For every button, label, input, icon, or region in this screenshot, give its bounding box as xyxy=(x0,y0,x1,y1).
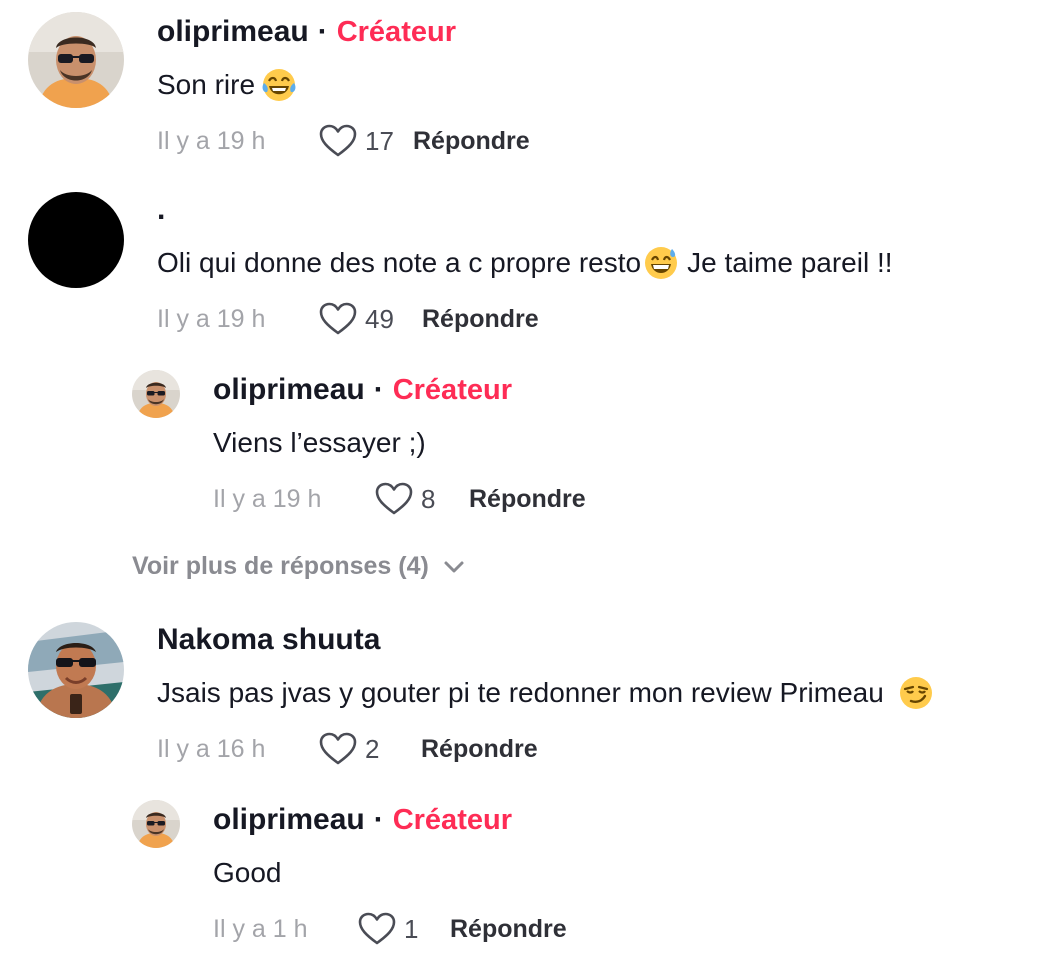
timestamp: Il y a 19 h xyxy=(213,484,322,513)
like-button[interactable]: 49 xyxy=(319,302,422,336)
avatar[interactable] xyxy=(132,800,180,848)
creator-badge: Créateur xyxy=(392,804,512,836)
username[interactable]: Nakoma shuuta xyxy=(157,623,380,657)
avatar[interactable] xyxy=(28,12,124,108)
reply-button[interactable]: Répondre xyxy=(422,305,539,334)
tears-of-joy-emoji xyxy=(261,67,297,103)
comment-text-body: Son rire xyxy=(157,69,256,100)
reply-button[interactable]: Répondre xyxy=(469,485,586,514)
timestamp: Il y a 1 h xyxy=(213,914,308,943)
avatar[interactable] xyxy=(132,370,180,418)
timestamp: Il y a 19 h xyxy=(157,304,266,333)
view-more-replies-button[interactable]: Voir plus de réponses (4) xyxy=(132,552,465,581)
comment-text: Viens l’essayer ;) xyxy=(213,427,426,458)
heart-icon xyxy=(319,732,357,766)
like-count: 17 xyxy=(365,125,394,156)
heart-icon xyxy=(358,912,396,946)
reply-button[interactable]: Répondre xyxy=(450,915,567,944)
like-button[interactable]: 2 xyxy=(319,732,421,766)
reply-button[interactable]: Répondre xyxy=(413,127,530,156)
heart-icon xyxy=(375,482,413,516)
chevron-down-icon xyxy=(443,560,465,574)
comment-text: Jsais pas jvas y gouter pi te redonner m… xyxy=(157,673,934,713)
comment-text: Good xyxy=(213,857,282,888)
like-count: 49 xyxy=(365,303,394,334)
view-more-replies-label: Voir plus de réponses (4) xyxy=(132,552,429,580)
separator-dot: · xyxy=(373,373,384,406)
creator-badge: Créateur xyxy=(336,16,456,48)
username[interactable]: oliprimeau xyxy=(157,15,309,49)
username[interactable]: oliprimeau xyxy=(213,803,365,837)
like-button[interactable]: 17 xyxy=(319,124,413,158)
username[interactable]: . xyxy=(157,193,165,227)
avatar[interactable] xyxy=(28,622,124,718)
timestamp: Il y a 16 h xyxy=(157,734,266,763)
like-button[interactable]: 1 xyxy=(358,912,450,946)
comment-text: Son rire xyxy=(157,65,530,105)
comment-text: Oli qui donne des note a c propre resto … xyxy=(157,243,893,283)
smirking-emoji xyxy=(898,675,934,711)
reply-button[interactable]: Répondre xyxy=(421,735,538,764)
separator-dot: · xyxy=(317,15,328,48)
timestamp: Il y a 19 h xyxy=(157,126,266,155)
like-button[interactable]: 8 xyxy=(375,482,469,516)
separator-dot: · xyxy=(373,803,384,836)
heart-icon xyxy=(319,302,357,336)
like-count: 1 xyxy=(404,913,419,944)
comment-text-body: Oli qui donne des note a c propre resto xyxy=(157,247,642,278)
avatar[interactable] xyxy=(28,192,124,288)
creator-badge: Créateur xyxy=(392,374,512,406)
like-count: 8 xyxy=(421,483,436,514)
comment-text-after: Je taime pareil !! xyxy=(687,247,893,278)
grinning-sweat-emoji xyxy=(643,245,679,281)
comment-text-body: Jsais pas jvas y gouter pi te redonner m… xyxy=(157,677,892,708)
like-count: 2 xyxy=(365,733,380,764)
heart-icon xyxy=(319,124,357,158)
username[interactable]: oliprimeau xyxy=(213,373,365,407)
